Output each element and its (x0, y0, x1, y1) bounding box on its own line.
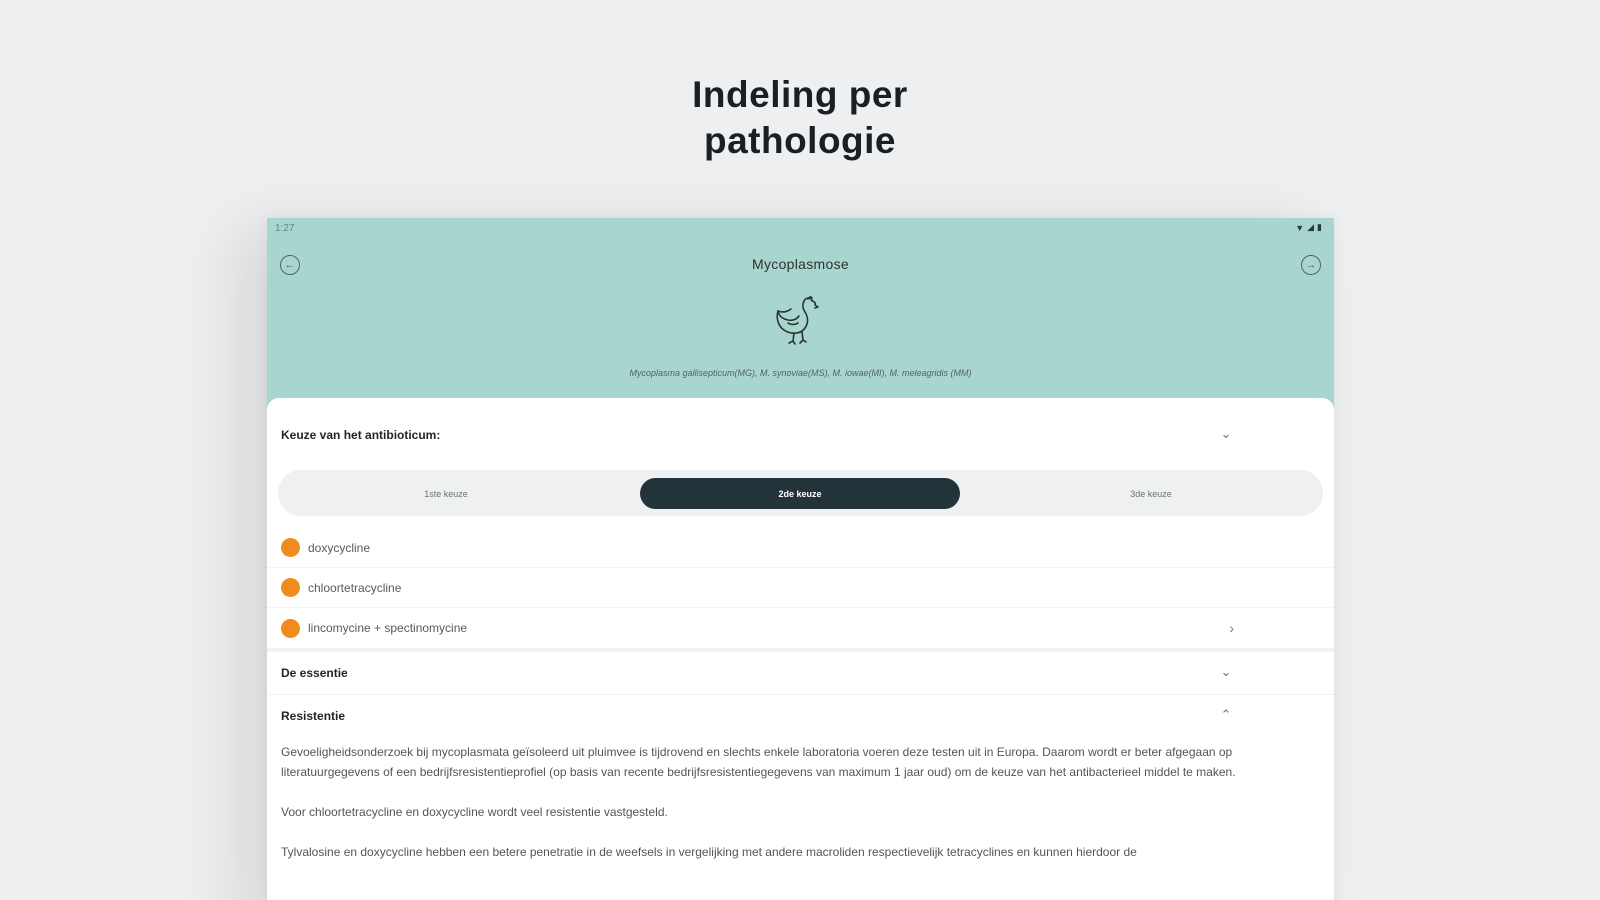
paragraph: Gevoeligheidsonderzoek bij mycoplasmata … (281, 745, 1236, 779)
promo-title-line-1: Indeling per (692, 74, 908, 115)
drug-label: lincomycine + spectinomycine (308, 621, 468, 635)
priority-dot (281, 578, 300, 597)
priority-dot (281, 618, 300, 638)
forward-button[interactable]: → (1301, 255, 1321, 275)
section-resistance[interactable]: Resistentie ⌃ (267, 694, 1334, 736)
drug-label: doxycycline (308, 540, 371, 555)
pathogen-list: Mycoplasma gallisepticum(MG), M. synovia… (629, 368, 972, 378)
chevron-down-icon: ⌄ (1220, 426, 1232, 441)
list-item[interactable]: chloortetracycline (267, 568, 1334, 608)
paragraph: Tylvalosine en doxycycline hebben een be… (281, 845, 1137, 859)
tab-first-choice[interactable]: 1ste keuze (286, 478, 606, 509)
battery-icon: ▮ (1317, 222, 1322, 232)
app-header: 1:27 ▼ ◢ ▮ ← Mycoplasmose → Mycoplasma g… (267, 218, 1334, 408)
priority-dot (281, 538, 300, 557)
resistance-text: Gevoeligheidsonderzoek bij mycoplasmata … (281, 742, 1321, 882)
chevron-up-icon: ⌃ (1220, 707, 1232, 722)
drug-label: chloortetracycline (308, 580, 402, 595)
promo-title-line-2: pathologie (703, 120, 897, 161)
section-label: Keuze van het antibioticum: (281, 428, 441, 442)
signal-icon: ◢ (1307, 222, 1315, 232)
status-icons: ▼ ◢ ▮ (1295, 222, 1322, 233)
chevron-down-icon: ⌄ (1220, 664, 1232, 679)
section-essence[interactable]: De essentie ⌄ (267, 648, 1334, 694)
content-sheet: Keuze van het antibioticum: ⌄ 1ste keuze… (267, 398, 1334, 900)
status-time: 1:27 (275, 223, 295, 234)
section-label: Resistentie (281, 708, 346, 723)
choice-segmented-control: 1ste keuze 2de keuze 3de keuze (278, 470, 1323, 516)
chevron-right-icon: › (1229, 620, 1234, 636)
list-item[interactable]: doxycycline (267, 528, 1334, 568)
tab-second-choice[interactable]: 2de keuze (640, 478, 960, 509)
tab-third-choice[interactable]: 3de keuze (991, 478, 1311, 509)
promo-title: Indeling per pathologie (0, 72, 1600, 164)
tablet-screen: 1:27 ▼ ◢ ▮ ← Mycoplasmose → Mycoplasma g… (267, 218, 1334, 900)
page-title: Mycoplasmose (752, 256, 849, 272)
section-antibiotic-choice[interactable]: Keuze van het antibioticum: ⌄ (267, 414, 1334, 456)
chicken-icon (776, 296, 819, 345)
status-bar: 1:27 ▼ ◢ ▮ (275, 222, 1322, 237)
paragraph: Voor chloortetracycline en doxycycline w… (281, 805, 668, 819)
list-item[interactable]: lincomycine + spectinomycine › (267, 608, 1334, 648)
arrow-right-icon: → (1305, 258, 1317, 271)
section-label: De essentie (281, 666, 348, 680)
wifi-icon: ▼ (1295, 222, 1305, 233)
